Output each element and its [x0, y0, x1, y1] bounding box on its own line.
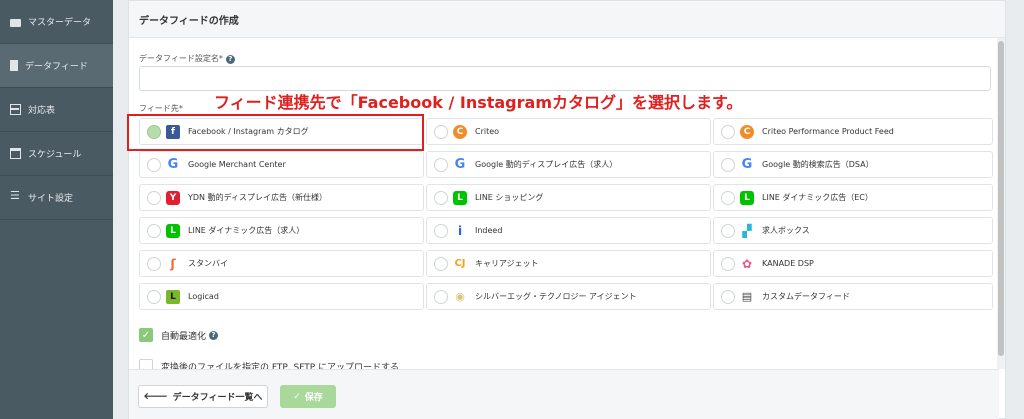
radio-button[interactable]: [147, 256, 161, 271]
radio-button[interactable]: [721, 256, 735, 271]
feed-option-silver-egg[interactable]: ◉ シルバーエッグ・テクノロジー アイジェント: [426, 283, 711, 310]
feed-option-google-dsa[interactable]: G Google 動的検索広告（DSA）: [713, 151, 993, 178]
calendar-icon: [10, 148, 21, 159]
sidebar-item-master-data[interactable]: マスターデータ: [0, 0, 113, 44]
feed-option-google-display-jobs[interactable]: G Google 動的ディスプレイ広告（求人）: [426, 151, 711, 178]
criteo-icon: C: [740, 124, 754, 139]
radio-button[interactable]: [721, 223, 735, 238]
feed-destination-label: フィード先*: [139, 104, 183, 113]
create-feed-panel: データフィードの作成 データフィード設定名*? フィード先* f Faceboo…: [128, 0, 1006, 419]
line-icon: L: [453, 190, 467, 205]
auto-optimize-row[interactable]: ✓ 自動最適化 ?: [139, 328, 219, 342]
check-icon: ✓: [293, 391, 301, 402]
google-icon: G: [166, 157, 180, 172]
feed-option-kyujin-box[interactable]: ▞ 求人ボックス: [713, 217, 993, 244]
feed-option-ydn[interactable]: Y YDN 動的ディスプレイ広告（新仕様）: [139, 184, 424, 211]
folder-icon: [10, 18, 21, 27]
radio-button[interactable]: [434, 190, 448, 205]
feed-option-indeed[interactable]: i Indeed: [426, 217, 711, 244]
feed-option-line-shopping[interactable]: L LINE ショッピング: [426, 184, 711, 211]
sidebar-item-label: マスターデータ: [28, 18, 92, 28]
back-to-list-button[interactable]: 🡐 データフィード一覧へ: [138, 385, 268, 408]
radio-button[interactable]: [147, 190, 161, 205]
sidebar-item-label: データフィード: [25, 62, 88, 72]
sidebar-item-schedule[interactable]: スケジュール: [0, 132, 113, 176]
feed-option-logicad[interactable]: L Logicad: [139, 283, 424, 310]
arrow-left-icon: 🡐: [143, 392, 168, 402]
kyujin-box-icon: ▞: [740, 223, 754, 238]
kanade-icon: ✿: [740, 256, 754, 271]
sidebar-item-label: 対応表: [28, 106, 56, 116]
careerjet-icon: CJ: [453, 256, 467, 271]
help-icon[interactable]: ?: [225, 55, 235, 64]
highlight-box: [127, 114, 424, 151]
google-icon: G: [740, 157, 754, 172]
feed-option-careerjet[interactable]: CJ キャリアジェット: [426, 250, 711, 277]
sidebar-item-label: スケジュール: [28, 150, 82, 160]
radio-button[interactable]: [721, 190, 735, 205]
radio-button[interactable]: [434, 124, 448, 139]
feed-option-custom[interactable]: ▤ カスタムデータフィード: [713, 283, 993, 310]
feed-option-google-merchant[interactable]: G Google Merchant Center: [139, 151, 424, 178]
logicad-icon: L: [166, 289, 180, 304]
radio-button[interactable]: [147, 157, 161, 172]
page-title: データフィードの作成: [129, 1, 1005, 38]
radio-button[interactable]: [434, 289, 448, 304]
silver-egg-icon: ◉: [453, 289, 467, 304]
radio-button[interactable]: [721, 157, 735, 172]
help-icon[interactable]: ?: [209, 330, 219, 340]
stanby-icon: ʃ: [166, 256, 180, 271]
sidebar: マスターデータ データフィード 対応表 スケジュール サイト設定: [0, 0, 113, 419]
feed-option-criteo-ppf[interactable]: C Criteo Performance Product Feed: [713, 118, 993, 145]
file-icon: [10, 60, 18, 71]
feed-option-line-dynamic-jobs[interactable]: L LINE ダイナミック広告（求人）: [139, 217, 424, 244]
feed-name-input[interactable]: [139, 66, 991, 91]
feed-option-stanby[interactable]: ʃ スタンバイ: [139, 250, 424, 277]
radio-button[interactable]: [721, 289, 735, 304]
indeed-icon: i: [453, 223, 467, 238]
radio-button[interactable]: [147, 289, 161, 304]
radio-button[interactable]: [434, 256, 448, 271]
sidebar-item-site-settings[interactable]: サイト設定: [0, 176, 113, 220]
save-button[interactable]: ✓ 保存: [280, 385, 336, 408]
feed-option-line-dynamic-ec[interactable]: L LINE ダイナミック広告（EC）: [713, 184, 993, 211]
sidebar-item-data-feed[interactable]: データフィード: [0, 44, 113, 88]
form-footer: 🡐 データフィード一覧へ ✓ 保存: [129, 369, 999, 419]
radio-button[interactable]: [147, 223, 161, 238]
feed-option-kanade-dsp[interactable]: ✿ KANADE DSP: [713, 250, 993, 277]
auto-optimize-checkbox[interactable]: ✓: [139, 328, 153, 342]
line-icon: L: [166, 223, 180, 238]
custom-feed-icon: ▤: [740, 289, 754, 304]
criteo-icon: C: [453, 124, 467, 139]
auto-optimize-label: 自動最適化: [161, 331, 207, 342]
line-icon: L: [740, 190, 754, 205]
feed-option-criteo[interactable]: C Criteo: [426, 118, 711, 145]
scrollbar-thumb[interactable]: [998, 41, 1004, 356]
table-icon: [10, 104, 21, 115]
sidebar-item-label: サイト設定: [28, 194, 74, 204]
feed-name-label: データフィード設定名*?: [139, 53, 235, 64]
radio-button[interactable]: [434, 157, 448, 172]
scrollbar[interactable]: [997, 38, 1005, 369]
ydn-icon: Y: [166, 190, 180, 205]
google-icon: G: [453, 157, 467, 172]
radio-button[interactable]: [721, 124, 735, 139]
annotation-text: フィード連携先で「Facebook / Instagramカタログ」を選択します…: [214, 93, 743, 112]
sliders-icon: [10, 189, 21, 203]
sidebar-item-mapping-table[interactable]: 対応表: [0, 88, 113, 132]
radio-button[interactable]: [434, 223, 448, 238]
